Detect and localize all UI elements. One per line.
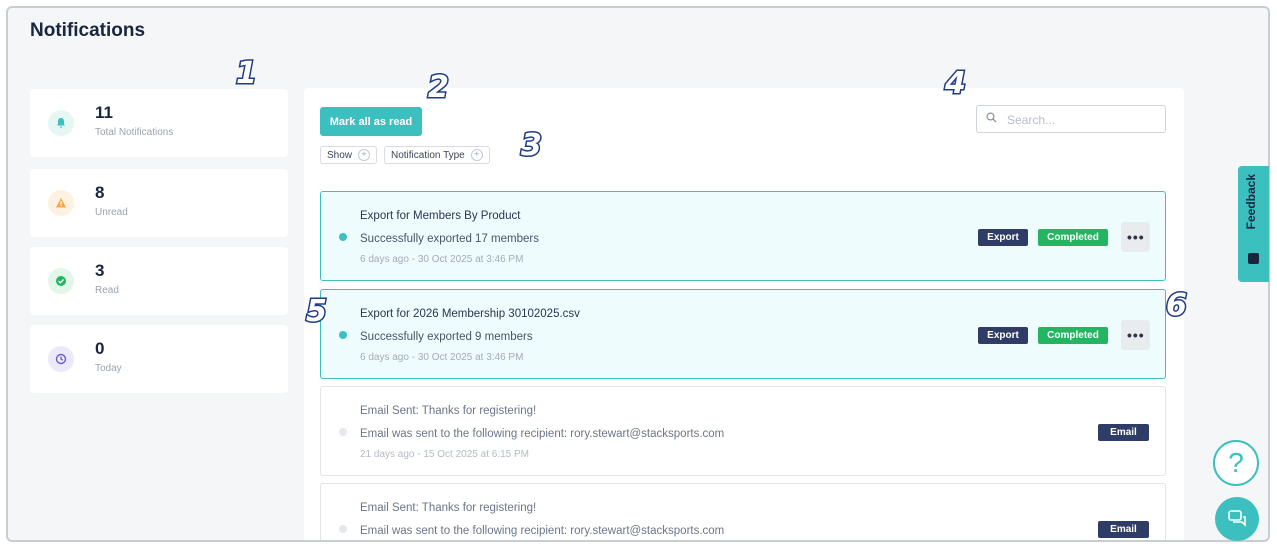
search-box[interactable] bbox=[976, 105, 1166, 133]
badge-export: Export bbox=[978, 229, 1028, 246]
unread-dot bbox=[339, 233, 347, 241]
read-dot bbox=[339, 525, 347, 533]
badge-export: Export bbox=[978, 327, 1028, 344]
notification-message: Successfully exported 9 members bbox=[360, 331, 533, 343]
notification-message: Email was sent to the following recipien… bbox=[360, 428, 725, 440]
annotation-marker-2: 2 bbox=[427, 69, 451, 107]
warning-icon bbox=[48, 190, 74, 216]
feedback-icon bbox=[1248, 253, 1259, 264]
stat-value: 8 bbox=[95, 183, 105, 202]
notification-title: Export for Members By Product bbox=[360, 210, 521, 222]
annotation-marker-6: 6 bbox=[1165, 287, 1189, 325]
check-circle-icon bbox=[48, 268, 74, 294]
notification-message: Successfully exported 17 members bbox=[360, 233, 539, 245]
filter-notification-type[interactable]: Notification Type + bbox=[384, 146, 490, 164]
annotation-marker-1: 1 bbox=[235, 55, 259, 93]
notification-item[interactable]: Email Sent: Thanks for registering! Emai… bbox=[320, 483, 1166, 540]
stat-card-today: 0 Today bbox=[30, 325, 288, 393]
notification-item[interactable]: Email Sent: Thanks for registering! Emai… bbox=[320, 386, 1166, 476]
unread-dot bbox=[339, 331, 347, 339]
feedback-tab[interactable]: Feedback bbox=[1238, 166, 1269, 282]
search-icon bbox=[986, 112, 997, 123]
search-input[interactable] bbox=[1005, 110, 1159, 130]
notification-item[interactable]: Export for 2026 Membership 30102025.csv … bbox=[320, 289, 1166, 379]
plus-icon: + bbox=[358, 149, 371, 161]
stat-label: Total Notifications bbox=[95, 127, 174, 138]
filter-show[interactable]: Show + bbox=[320, 146, 378, 164]
notification-time: 21 days ago - 15 Oct 2025 at 6:15 PM bbox=[360, 449, 529, 460]
chat-button[interactable] bbox=[1215, 497, 1259, 541]
notification-title: Email Sent: Thanks for registering! bbox=[360, 405, 537, 417]
notification-title: Export for 2026 Membership 30102025.csv bbox=[360, 308, 580, 320]
stat-value: 3 bbox=[95, 261, 105, 280]
mark-all-read-button[interactable]: Mark all as read bbox=[320, 107, 422, 136]
stat-label: Unread bbox=[95, 207, 128, 218]
stat-value: 11 bbox=[95, 103, 113, 122]
badge-email: Email bbox=[1098, 424, 1149, 441]
feedback-label: Feedback bbox=[1244, 174, 1258, 230]
notification-item[interactable]: Export for Members By Product Successful… bbox=[320, 191, 1166, 281]
stat-card-total: 11 Total Notifications bbox=[30, 89, 288, 157]
more-options-button[interactable]: ••• bbox=[1121, 320, 1150, 350]
stat-label: Read bbox=[95, 285, 119, 296]
chat-icon bbox=[1228, 510, 1246, 527]
stat-card-read: 3 Read bbox=[30, 247, 288, 315]
notification-time: 6 days ago - 30 Oct 2025 at 3:46 PM bbox=[360, 352, 524, 363]
stat-label: Today bbox=[95, 363, 122, 374]
filter-label: Show bbox=[327, 149, 353, 161]
bell-icon bbox=[48, 110, 74, 136]
stat-card-unread: 8 Unread bbox=[30, 169, 288, 237]
filter-label: Notification Type bbox=[391, 149, 465, 161]
more-options-button[interactable]: ••• bbox=[1121, 222, 1150, 252]
annotation-marker-5: 5 bbox=[305, 293, 329, 331]
stat-value: 0 bbox=[95, 339, 105, 358]
help-button[interactable]: ? bbox=[1213, 440, 1259, 486]
notification-time: 6 days ago - 30 Oct 2025 at 3:46 PM bbox=[360, 254, 524, 265]
badge-completed: Completed bbox=[1038, 327, 1108, 344]
read-dot bbox=[339, 428, 347, 436]
notification-title: Email Sent: Thanks for registering! bbox=[360, 502, 537, 514]
badge-email: Email bbox=[1098, 521, 1149, 538]
plus-icon: + bbox=[470, 149, 483, 161]
badge-completed: Completed bbox=[1038, 229, 1108, 246]
annotation-marker-4: 4 bbox=[944, 65, 968, 103]
notification-message: Email was sent to the following recipien… bbox=[360, 525, 725, 537]
page-title: Notifications bbox=[30, 20, 146, 41]
annotation-marker-3: 3 bbox=[520, 127, 544, 165]
app-window: Notifications 11 Total Notifications 8 U… bbox=[6, 6, 1270, 542]
question-mark-icon: ? bbox=[1228, 447, 1244, 478]
notifications-panel: Mark all as read Show + Notification Typ… bbox=[304, 88, 1184, 540]
clock-icon bbox=[48, 346, 74, 372]
